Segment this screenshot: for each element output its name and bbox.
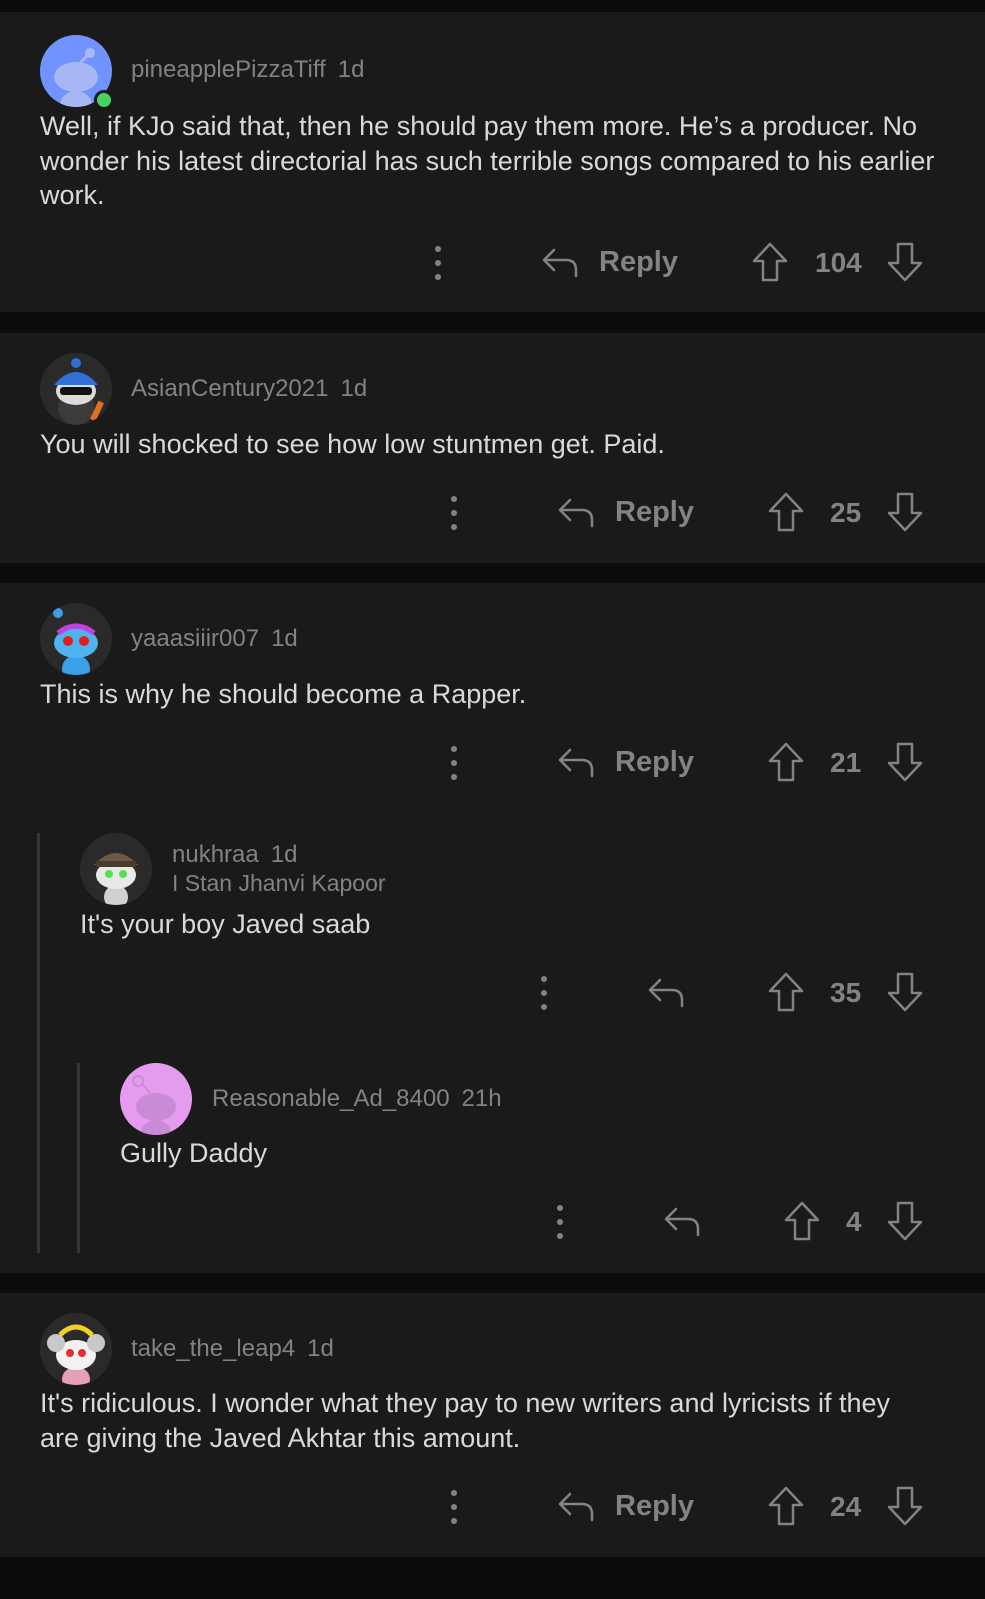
comment-meta: Reasonable_Ad_8400 21h xyxy=(212,1085,502,1113)
downvote-icon[interactable] xyxy=(886,491,924,533)
upvote-icon[interactable] xyxy=(783,1200,821,1242)
upvote-icon[interactable] xyxy=(751,241,789,283)
username[interactable]: AsianCentury2021 xyxy=(131,375,328,402)
comment-body: Well, if KJo said that, then he should p… xyxy=(40,111,935,210)
comment-meta: pineapplePizzaTiff 1d xyxy=(131,56,365,84)
comment-thread: yaaasiiir007 1d This is why he should bec… xyxy=(0,583,985,1273)
upvote-icon[interactable] xyxy=(767,971,805,1013)
avatar[interactable] xyxy=(40,603,112,675)
upvote-icon[interactable] xyxy=(767,1485,805,1527)
vote-count: 104 xyxy=(815,247,862,278)
comment-meta: AsianCentury2021 1d xyxy=(131,375,367,403)
reply-button[interactable]: Reply xyxy=(615,746,694,779)
reply-arrow-icon[interactable] xyxy=(662,1205,702,1239)
comment-meta: nukhraa 1d xyxy=(172,841,297,869)
vote-count: 21 xyxy=(830,747,862,778)
username[interactable]: pineapplePizzaTiff xyxy=(131,56,326,83)
vote-count: 35 xyxy=(830,977,862,1008)
snoo-avatar-icon xyxy=(47,1324,105,1385)
username[interactable]: nukhraa xyxy=(172,841,259,868)
snoo-avatar-icon xyxy=(132,1075,176,1135)
more-vertical-icon[interactable] xyxy=(540,976,548,1010)
comment-meta: take_the_leap4 1d xyxy=(131,1335,334,1363)
comment-body: It's ridiculous. I wonder what they pay … xyxy=(40,1388,890,1453)
timestamp: 1d xyxy=(270,841,298,868)
avatar[interactable] xyxy=(40,1313,112,1385)
reply-arrow-icon[interactable] xyxy=(646,976,686,1010)
thread-line[interactable] xyxy=(37,833,40,1253)
more-vertical-icon[interactable] xyxy=(450,496,458,530)
avatar[interactable] xyxy=(80,833,152,905)
username[interactable]: Reasonable_Ad_8400 xyxy=(212,1085,450,1112)
username[interactable]: take_the_leap4 xyxy=(131,1335,295,1362)
vote-count: 25 xyxy=(830,497,862,528)
more-vertical-icon[interactable] xyxy=(434,246,442,280)
reply-arrow-icon[interactable] xyxy=(556,746,596,780)
downvote-icon[interactable] xyxy=(886,241,924,283)
snoo-avatar-icon xyxy=(53,608,98,675)
reply-arrow-icon[interactable] xyxy=(556,496,596,530)
timestamp: 1d xyxy=(307,1335,334,1362)
downvote-icon[interactable] xyxy=(886,971,924,1013)
vote-count: 4 xyxy=(846,1206,862,1237)
comment-body: Gully Daddy xyxy=(120,1138,268,1168)
reply-arrow-icon[interactable] xyxy=(540,246,580,280)
upvote-icon[interactable] xyxy=(767,741,805,783)
avatar[interactable] xyxy=(120,1063,192,1135)
downvote-icon[interactable] xyxy=(886,741,924,783)
snoo-avatar-icon xyxy=(54,358,104,425)
comment-body: It's your boy Javed saab xyxy=(80,909,371,939)
avatar[interactable] xyxy=(40,353,112,425)
online-indicator xyxy=(94,90,114,110)
reply-button[interactable]: Reply xyxy=(615,1490,694,1523)
comment-meta: yaaasiiir007 1d xyxy=(131,625,298,653)
more-vertical-icon[interactable] xyxy=(450,1490,458,1524)
comment-body: This is why he should become a Rapper. xyxy=(40,679,527,709)
comment-body: You will shocked to see how low stuntmen… xyxy=(40,429,665,459)
downvote-icon[interactable] xyxy=(886,1200,924,1242)
timestamp: 1d xyxy=(337,56,365,83)
timestamp: 21h xyxy=(461,1085,502,1112)
reply-arrow-icon[interactable] xyxy=(556,1490,596,1524)
more-vertical-icon[interactable] xyxy=(556,1205,564,1239)
snoo-avatar-icon xyxy=(94,853,138,905)
reply-button[interactable]: Reply xyxy=(615,496,694,529)
vote-count: 24 xyxy=(830,1491,862,1522)
more-vertical-icon[interactable] xyxy=(450,746,458,780)
timestamp: 1d xyxy=(340,375,368,402)
timestamp: 1d xyxy=(271,625,298,652)
upvote-icon[interactable] xyxy=(767,491,805,533)
downvote-icon[interactable] xyxy=(886,1485,924,1527)
user-flair: I Stan Jhanvi Kapoor xyxy=(172,870,386,896)
username[interactable]: yaaasiiir007 xyxy=(131,625,259,652)
reply-button[interactable]: Reply xyxy=(599,246,678,279)
thread-line[interactable] xyxy=(77,1063,80,1253)
